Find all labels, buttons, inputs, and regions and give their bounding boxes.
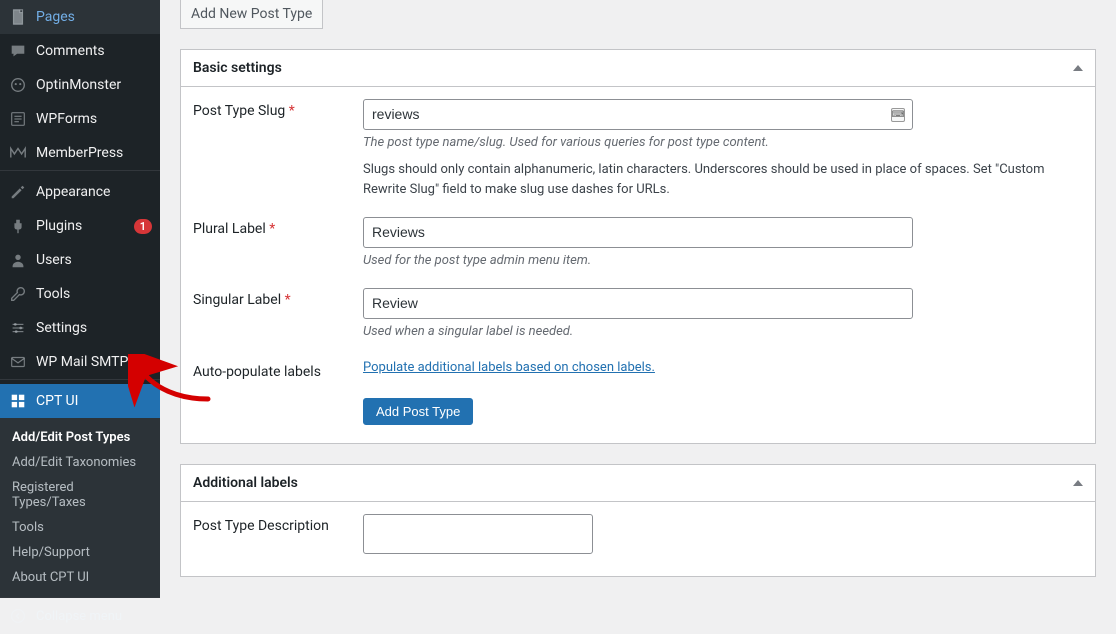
panel-title: Additional labels xyxy=(193,475,298,491)
tab-add-new-post-type[interactable]: Add New Post Type xyxy=(180,0,323,29)
post-type-slug-input[interactable] xyxy=(363,99,913,130)
submenu-help-support[interactable]: Help/Support xyxy=(0,540,160,565)
tools-icon xyxy=(8,284,28,304)
collapse-label: Collapse menu xyxy=(36,609,122,624)
menu-item-appearance[interactable]: Appearance xyxy=(0,175,160,209)
menu-label: Comments xyxy=(36,43,152,59)
auto-populate-link[interactable]: Populate additional labels based on chos… xyxy=(363,360,655,375)
collapse-menu-button[interactable]: Collapse menu xyxy=(0,597,160,634)
field-input-wrap: ⌨ The post type name/slug. Used for vari… xyxy=(363,99,1083,199)
panel-basic-settings: Basic settings Post Type Slug * ⌨ The po… xyxy=(180,49,1096,444)
field-row-plural: Plural Label * Used for the post type ad… xyxy=(193,217,1083,270)
submenu-registered-types[interactable]: Registered Types/Taxes xyxy=(0,475,160,515)
menu-label: Settings xyxy=(36,320,152,336)
menu-item-wpforms[interactable]: WPForms xyxy=(0,102,160,136)
plugins-icon xyxy=(8,216,28,236)
required-indicator: * xyxy=(269,221,275,237)
field-label-singular: Singular Label * xyxy=(193,288,363,308)
submit-row: Add Post Type xyxy=(193,398,1083,425)
panel-title: Basic settings xyxy=(193,60,282,76)
menu-label: Tools xyxy=(36,286,152,302)
settings-icon xyxy=(8,318,28,338)
panel-body: Post Type Slug * ⌨ The post type name/sl… xyxy=(181,87,1095,443)
menu-item-users[interactable]: Users xyxy=(0,243,160,277)
menu-item-optinmonster[interactable]: OptinMonster xyxy=(0,68,160,102)
menu-label: CPT UI xyxy=(36,393,152,409)
comments-icon xyxy=(8,41,28,61)
pages-icon xyxy=(8,7,28,27)
menu-item-wpmailsmtp[interactable]: WP Mail SMTP xyxy=(0,345,160,379)
required-indicator: * xyxy=(289,103,295,119)
mail-icon xyxy=(8,352,28,372)
menu-item-pages[interactable]: Pages xyxy=(0,0,160,34)
field-row-singular: Singular Label * Used when a singular la… xyxy=(193,288,1083,341)
menu-label: MemberPress xyxy=(36,145,152,161)
required-indicator: * xyxy=(285,292,291,308)
add-post-type-button[interactable]: Add Post Type xyxy=(363,398,473,425)
menu-label: Appearance xyxy=(36,184,152,200)
field-row-description: Post Type Description xyxy=(193,514,1083,558)
field-label-description: Post Type Description xyxy=(193,514,363,534)
collapse-icon xyxy=(8,606,28,626)
submenu-add-edit-taxonomies[interactable]: Add/Edit Taxonomies xyxy=(0,450,160,475)
menu-item-plugins[interactable]: Plugins 1 xyxy=(0,209,160,243)
panel-additional-labels: Additional labels Post Type Description xyxy=(180,464,1096,577)
main-content: Add New Post Type Basic settings Post Ty… xyxy=(160,0,1116,577)
menu-item-cptui[interactable]: CPT UI xyxy=(0,384,160,418)
optinmonster-icon xyxy=(8,75,28,95)
field-label-auto: Auto-populate labels xyxy=(193,360,363,380)
menu-item-comments[interactable]: Comments xyxy=(0,34,160,68)
caret-up-icon xyxy=(1073,65,1083,71)
panel-body: Post Type Description xyxy=(181,502,1095,576)
menu-label: Plugins xyxy=(36,218,130,234)
plural-label-input[interactable] xyxy=(363,217,913,248)
help-text: Used when a singular label is needed. xyxy=(363,323,1083,341)
field-label-slug: Post Type Slug * xyxy=(193,99,363,119)
post-type-description-input[interactable] xyxy=(363,514,593,554)
appearance-icon xyxy=(8,182,28,202)
keyboard-icon: ⌨ xyxy=(891,108,905,122)
memberpress-icon xyxy=(8,143,28,163)
help-text: The post type name/slug. Used for variou… xyxy=(363,134,1083,152)
wpforms-icon xyxy=(8,109,28,129)
menu-item-memberpress[interactable]: MemberPress xyxy=(0,136,160,170)
caret-up-icon xyxy=(1073,480,1083,486)
field-row-slug: Post Type Slug * ⌨ The post type name/sl… xyxy=(193,99,1083,199)
admin-sidebar: Pages Comments OptinMonster WPForms Memb… xyxy=(0,0,160,577)
menu-label: Users xyxy=(36,252,152,268)
menu-label: OptinMonster xyxy=(36,77,152,93)
menu-item-settings[interactable]: Settings xyxy=(0,311,160,345)
menu-label: Pages xyxy=(36,9,152,25)
menu-label: WP Mail SMTP xyxy=(36,354,152,370)
cptui-icon xyxy=(8,391,28,411)
field-row-auto-populate: Auto-populate labels Populate additional… xyxy=(193,360,1083,380)
desc-text: Slugs should only contain alphanumeric, … xyxy=(363,160,1083,199)
tab-bar: Add New Post Type xyxy=(180,0,1096,29)
submenu-about[interactable]: About CPT UI xyxy=(0,565,160,590)
panel-header-additional[interactable]: Additional labels xyxy=(181,465,1095,502)
plugin-update-badge: 1 xyxy=(134,219,152,234)
submenu-tools[interactable]: Tools xyxy=(0,515,160,540)
menu-item-tools[interactable]: Tools xyxy=(0,277,160,311)
cptui-submenu: Add/Edit Post Types Add/Edit Taxonomies … xyxy=(0,418,160,597)
field-label-plural: Plural Label * xyxy=(193,217,363,237)
users-icon xyxy=(8,250,28,270)
help-text: Used for the post type admin menu item. xyxy=(363,252,1083,270)
panel-header-basic[interactable]: Basic settings xyxy=(181,50,1095,87)
singular-label-input[interactable] xyxy=(363,288,913,319)
submenu-add-edit-post-types[interactable]: Add/Edit Post Types xyxy=(0,425,160,450)
menu-label: WPForms xyxy=(36,111,152,127)
